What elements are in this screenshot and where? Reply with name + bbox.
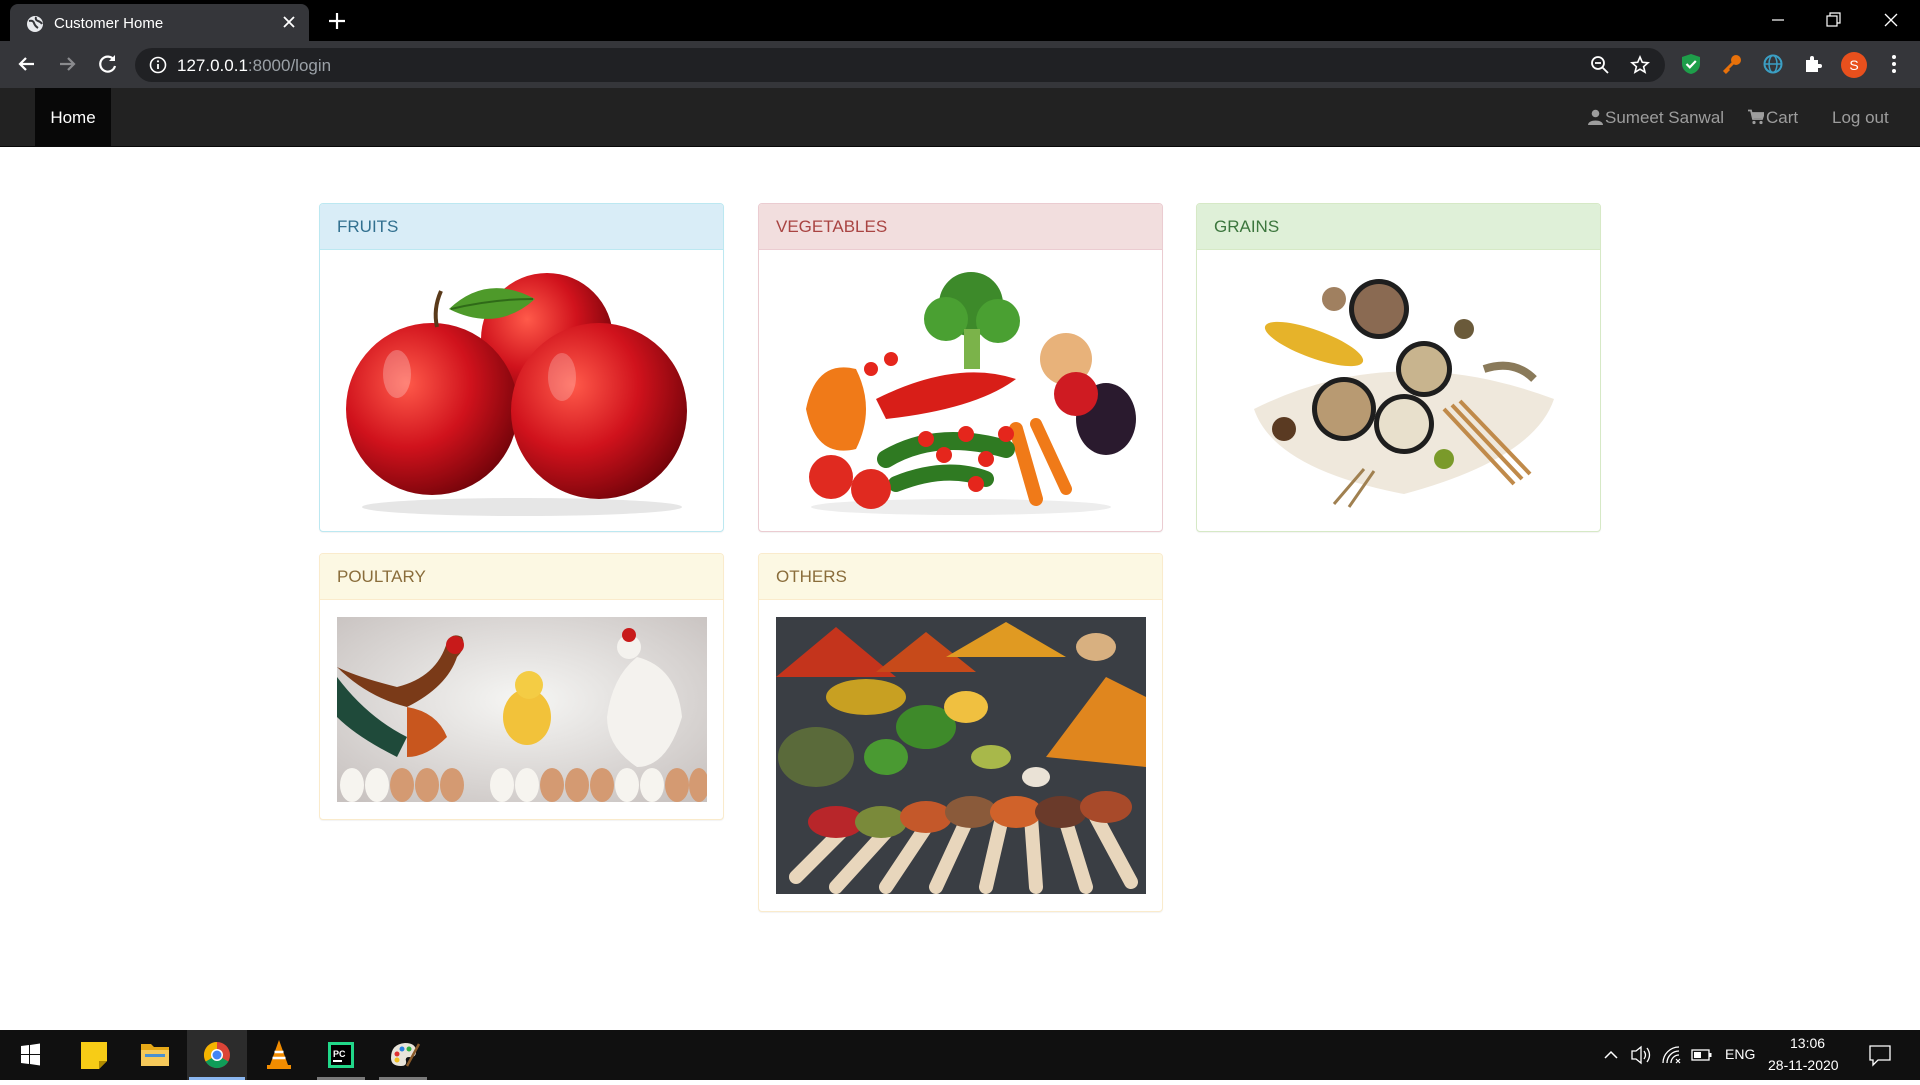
spices-image [776,617,1146,894]
chickens-and-eggs-image [337,617,707,802]
close-tab-icon[interactable] [279,12,299,32]
battery-icon[interactable] [1690,1030,1714,1080]
user-icon [1588,109,1603,125]
back-arrow-icon[interactable] [14,51,40,77]
nav-home-link[interactable]: Home [35,88,111,147]
clock[interactable]: 13:06 28-11-2020 [1766,1030,1846,1080]
globe-icon [27,16,43,32]
folder-icon [141,1044,169,1066]
category-panel-others[interactable]: OTHERS [758,553,1163,912]
volume-icon[interactable] [1629,1030,1653,1080]
url-host: 127.0.0.1 [177,56,248,75]
reload-icon[interactable] [95,51,121,77]
svg-text:PC: PC [333,1049,346,1059]
extensions-puzzle-icon[interactable] [1802,53,1824,75]
grains-image [1254,279,1554,508]
chrome-icon [203,1041,230,1069]
pycharm-app[interactable]: PC [311,1030,371,1080]
shield-extension-icon[interactable] [1680,53,1702,75]
close-window-icon[interactable] [1876,6,1906,34]
url-path: :8000/login [247,56,332,75]
clock-time: 13:06 [1790,1035,1826,1051]
vlc-cone-icon [267,1040,291,1069]
profile-initial: S [1849,57,1859,73]
notifications-icon[interactable] [1867,1030,1893,1080]
profile-avatar[interactable]: S [1841,52,1867,78]
nav-user-link[interactable]: Sumeet Sanwal [1588,88,1724,147]
bookmark-star-icon[interactable] [1630,55,1650,75]
panel-heading-fruits: FRUITS [320,204,723,250]
nav-logout-link[interactable]: Log out [1832,88,1889,147]
category-panel-poultary[interactable]: POULTARY [319,553,724,820]
browser-tab-bar: Customer Home [0,0,1920,41]
browser-tab[interactable]: Customer Home [10,4,309,41]
network-icon[interactable] [1660,1030,1684,1080]
panel-heading-grains: GRAINS [1197,204,1600,250]
site-info-icon[interactable] [149,56,167,74]
nav-cart-link[interactable]: Cart [1748,88,1798,147]
windows-taskbar: PC ENG 13:06 28-11-2020 [0,1030,1920,1080]
clock-date: 28-11-2020 [1768,1057,1839,1073]
start-button[interactable] [0,1030,60,1080]
paint-app[interactable] [373,1030,433,1080]
minimize-icon[interactable] [1763,6,1793,34]
panel-heading-poultary: POULTARY [320,554,723,600]
site-navbar: Home Sumeet Sanwal Cart Log out [0,88,1920,147]
address-bar[interactable]: 127.0.0.1:8000/login [135,48,1665,82]
menu-kebab-icon[interactable] [1883,53,1905,75]
url-text: 127.0.0.1:8000/login [177,56,331,76]
sticky-notes-icon [81,1042,107,1069]
nav-user-name: Sumeet Sanwal [1605,108,1725,127]
panel-heading-others: OTHERS [759,554,1162,600]
file-explorer-app[interactable] [125,1030,185,1080]
paint-palette-icon [391,1043,421,1067]
tab-title: Customer Home [54,15,164,32]
key-extension-icon[interactable] [1721,53,1743,75]
category-panel-fruits[interactable]: FRUITS [319,203,724,532]
browser-toolbar: 127.0.0.1:8000/login S [0,41,1920,88]
pycharm-icon: PC [328,1042,354,1068]
windows-logo-icon [21,1043,40,1066]
restore-icon[interactable] [1818,6,1848,34]
new-tab-icon[interactable] [326,10,348,32]
globe-extension-icon[interactable] [1762,53,1784,75]
category-panel-vegetables[interactable]: VEGETABLES [758,203,1163,532]
shopping-cart-icon [1748,109,1766,125]
apples-image [346,273,687,516]
vlc-app[interactable] [249,1030,309,1080]
chrome-app[interactable] [187,1030,247,1080]
chevron-up-icon[interactable] [1600,1030,1622,1080]
nav-cart-label: Cart [1766,108,1799,127]
sticky-notes-app[interactable] [64,1030,124,1080]
language-indicator[interactable]: ENG [1725,1046,1755,1062]
forward-arrow-icon[interactable] [54,51,80,77]
panel-heading-vegetables: VEGETABLES [759,204,1162,250]
zoom-icon[interactable] [1590,55,1610,75]
vegetables-image [806,272,1136,515]
category-panel-grains[interactable]: GRAINS [1196,203,1601,532]
